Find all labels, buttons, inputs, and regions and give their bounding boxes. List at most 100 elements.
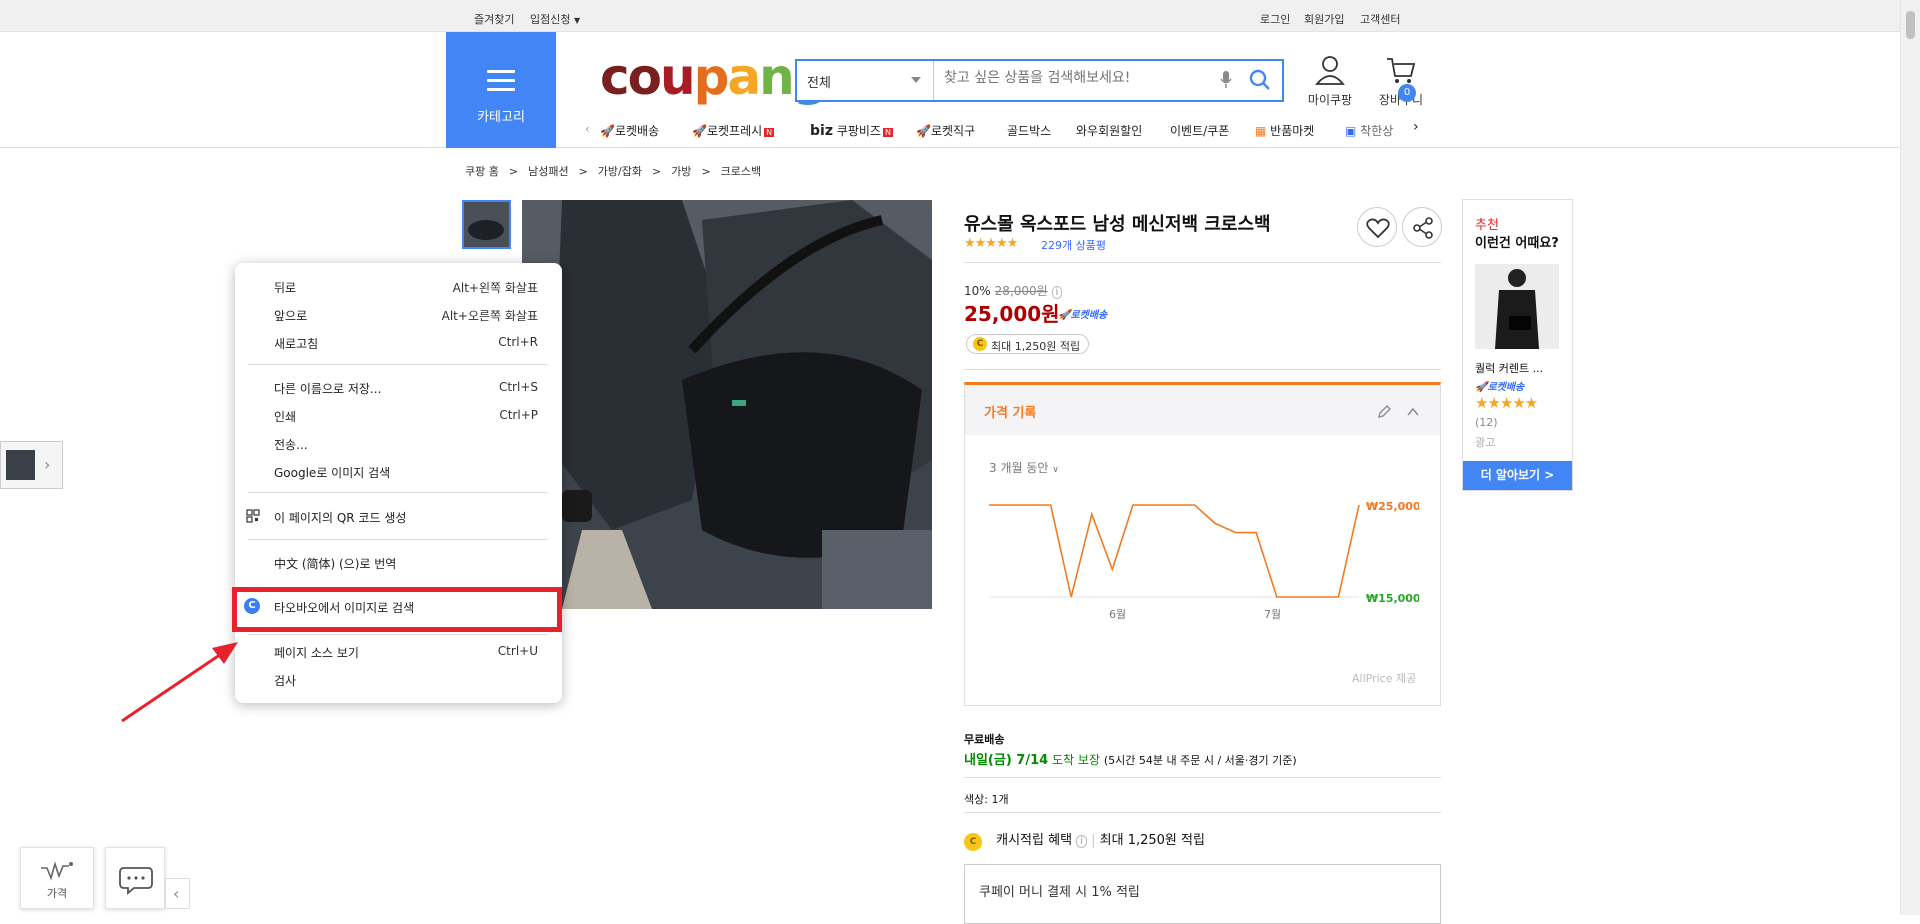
reco-tag: 추천	[1475, 218, 1499, 233]
breadcrumb-separator: >	[508, 165, 519, 178]
highlight-annotation-box	[232, 587, 562, 632]
nav-item-rocket[interactable]: 🚀로켓배송	[600, 122, 659, 139]
price-range-select[interactable]: 3 개월 동안 ∨	[989, 459, 1059, 476]
breadcrumb-item[interactable]: 크로스백	[721, 165, 761, 178]
breadcrumb-item[interactable]: 가방/잡화	[598, 165, 642, 178]
search-icon[interactable]	[1247, 67, 1273, 93]
nav-item-global[interactable]: 🚀로켓직구	[916, 122, 975, 139]
bookmark-link[interactable]: 즐겨찾기	[474, 11, 514, 27]
microphone-icon[interactable]	[1220, 70, 1232, 90]
biz-logo: biz	[810, 123, 833, 139]
color-option: 색상: 1개	[964, 793, 1009, 806]
reco-product-name[interactable]: 퀄럭 커렌트 ...	[1475, 360, 1543, 376]
menu-separator	[248, 492, 548, 493]
rating-stars-text: ★★★★★	[964, 236, 1018, 251]
coupang-logo[interactable]: coupang	[600, 48, 829, 106]
nav-prev-icon[interactable]: ‹	[585, 122, 590, 136]
nav-item-label: 로켓프레시	[706, 124, 763, 138]
category-button[interactable]: 카테고리	[446, 32, 556, 148]
page-scrollbar[interactable]	[1900, 0, 1920, 915]
seller-apply-link[interactable]: 입점신청 ▼	[530, 11, 580, 27]
menu-item-back[interactable]: 뒤로 Alt+왼쪽 화살표	[235, 273, 562, 299]
recent-viewed-widget[interactable]: ›	[0, 441, 63, 489]
learn-more-button[interactable]: 더 알아보기 >	[1463, 461, 1572, 490]
reco-rocket-badge: 🚀로켓배송	[1475, 378, 1524, 393]
rocket-fresh-icon: 🚀	[692, 124, 707, 138]
nav-item-wow[interactable]: 와우회원할인	[1076, 122, 1142, 139]
recent-item-thumbnail[interactable]	[6, 450, 35, 480]
floating-chat-button[interactable]	[105, 847, 165, 909]
floating-price-button[interactable]: 가격	[20, 847, 94, 909]
breadcrumb-item[interactable]: 쿠팡 홈	[465, 165, 499, 178]
sale-price: 25,000원	[964, 302, 1060, 326]
reco-product-image[interactable]	[1475, 264, 1559, 349]
menu-separator	[248, 634, 548, 635]
menu-item-forward[interactable]: 앞으로 Alt+오른쪽 화살표	[235, 301, 562, 327]
search-bar: 전체	[795, 59, 1284, 102]
menu-item-reload[interactable]: 새로고침 Ctrl+R	[235, 329, 562, 355]
share-button[interactable]	[1402, 207, 1442, 247]
menu-item-label: 中文 (简体) (으)로 번역	[274, 557, 397, 571]
nav-item-label: 로켓직구	[930, 124, 976, 138]
search-category-select[interactable]: 전체	[797, 61, 934, 100]
mycoupang-label: 마이쿠팡	[1307, 93, 1353, 107]
info-icon[interactable]: i	[1076, 835, 1087, 848]
product-main-image[interactable]	[522, 200, 932, 609]
collapse-floating-button[interactable]: ‹	[165, 878, 190, 909]
breadcrumb-item[interactable]: 가방	[671, 165, 691, 178]
product-title: 유스몰 옥스포드 남성 메신저백 크로스백	[964, 214, 1271, 235]
rocket-icon: 🚀	[1058, 310, 1071, 321]
nav-item-biz[interactable]: biz 쿠팡비즈 N	[810, 122, 893, 139]
menu-item-qr-code[interactable]: 이 페이지의 QR 코드 생성	[235, 503, 562, 529]
nav-item-goldbox[interactable]: 골드박스	[1007, 122, 1051, 139]
divider	[964, 777, 1441, 778]
nav-item-event[interactable]: 이벤트/쿠폰	[1170, 122, 1229, 139]
scrollbar-thumb[interactable]	[1906, 11, 1915, 39]
nav-next-icon[interactable]: ›	[1413, 119, 1419, 135]
search-input[interactable]	[944, 70, 1204, 86]
chevron-up-icon[interactable]	[1406, 405, 1420, 419]
nav-item-fresh[interactable]: 🚀로켓프레시 N	[692, 122, 775, 139]
login-link[interactable]: 로그인	[1260, 11, 1290, 27]
nav-item-good[interactable]: ▣ 착한상	[1345, 122, 1393, 139]
x-tick-label: 6월	[1109, 608, 1126, 621]
menu-item-google-image-search[interactable]: Google로 이미지 검색	[235, 458, 562, 484]
nav-item-label: 쿠팡비즈	[836, 124, 881, 138]
cart-count-badge: 0	[1398, 84, 1416, 102]
help-center-link[interactable]: 고객센터	[1360, 11, 1400, 27]
breadcrumb-separator: >	[578, 165, 588, 178]
search-category-value: 전체	[807, 76, 831, 91]
wishlist-button[interactable]	[1357, 207, 1397, 247]
edit-icon[interactable]	[1376, 404, 1392, 420]
menu-item-save-as[interactable]: 다른 이름으로 저장... Ctrl+S	[235, 374, 562, 400]
menu-item-label: 새로고침	[274, 337, 319, 351]
price-history-header: 가격 기록	[965, 385, 1440, 435]
mycoupang-button[interactable]: 마이쿠팡	[1302, 54, 1358, 108]
breadcrumb-separator: >	[701, 165, 711, 178]
product-thumbnail[interactable]	[462, 200, 511, 249]
chevron-down-icon: ▼	[573, 16, 581, 25]
review-count-link[interactable]: 229개 상품평	[1041, 237, 1106, 253]
nav-item-return-market[interactable]: ▦ 반품마켓	[1255, 122, 1314, 139]
new-badge: N	[764, 128, 775, 137]
divider	[964, 369, 1441, 370]
cash-detail: 최대 1,250원 적립	[1099, 833, 1205, 848]
rocket-label: 로켓배송	[1487, 382, 1525, 393]
menu-item-view-source[interactable]: 페이지 소스 보기 Ctrl+U	[235, 638, 562, 664]
breadcrumb-item[interactable]: 남성패션	[528, 165, 568, 178]
nav-item-label: 반품마켓	[1270, 124, 1315, 138]
signup-link[interactable]: 회원가입	[1304, 11, 1344, 27]
chevron-right-icon[interactable]: ›	[44, 455, 50, 474]
menu-item-shortcut: Ctrl+P	[499, 408, 538, 422]
menu-item-translate[interactable]: 中文 (简体) (으)로 번역	[235, 549, 562, 575]
x-tick-label: 7월	[1264, 608, 1281, 621]
nav-item-label: 로켓배송	[614, 124, 660, 138]
coupay-benefit: 쿠페이 머니 결제 시 1% 적립	[964, 864, 1441, 924]
category-nav: ‹ 🚀로켓배송 🚀로켓프레시 N biz 쿠팡비즈 N 🚀로켓직구 골드박스 와우회…	[580, 118, 1460, 144]
rocket-label: 로켓배송	[1070, 310, 1108, 321]
price-history-chart: ₩25,000 ₩15,000 6월 7월	[989, 500, 1419, 621]
arrival-date: 내일(금) 7/14	[964, 753, 1049, 768]
menu-item-inspect[interactable]: 검사	[235, 666, 562, 692]
menu-item-print[interactable]: 인쇄 Ctrl+P	[235, 402, 562, 428]
menu-item-send[interactable]: 전송...	[235, 430, 562, 456]
